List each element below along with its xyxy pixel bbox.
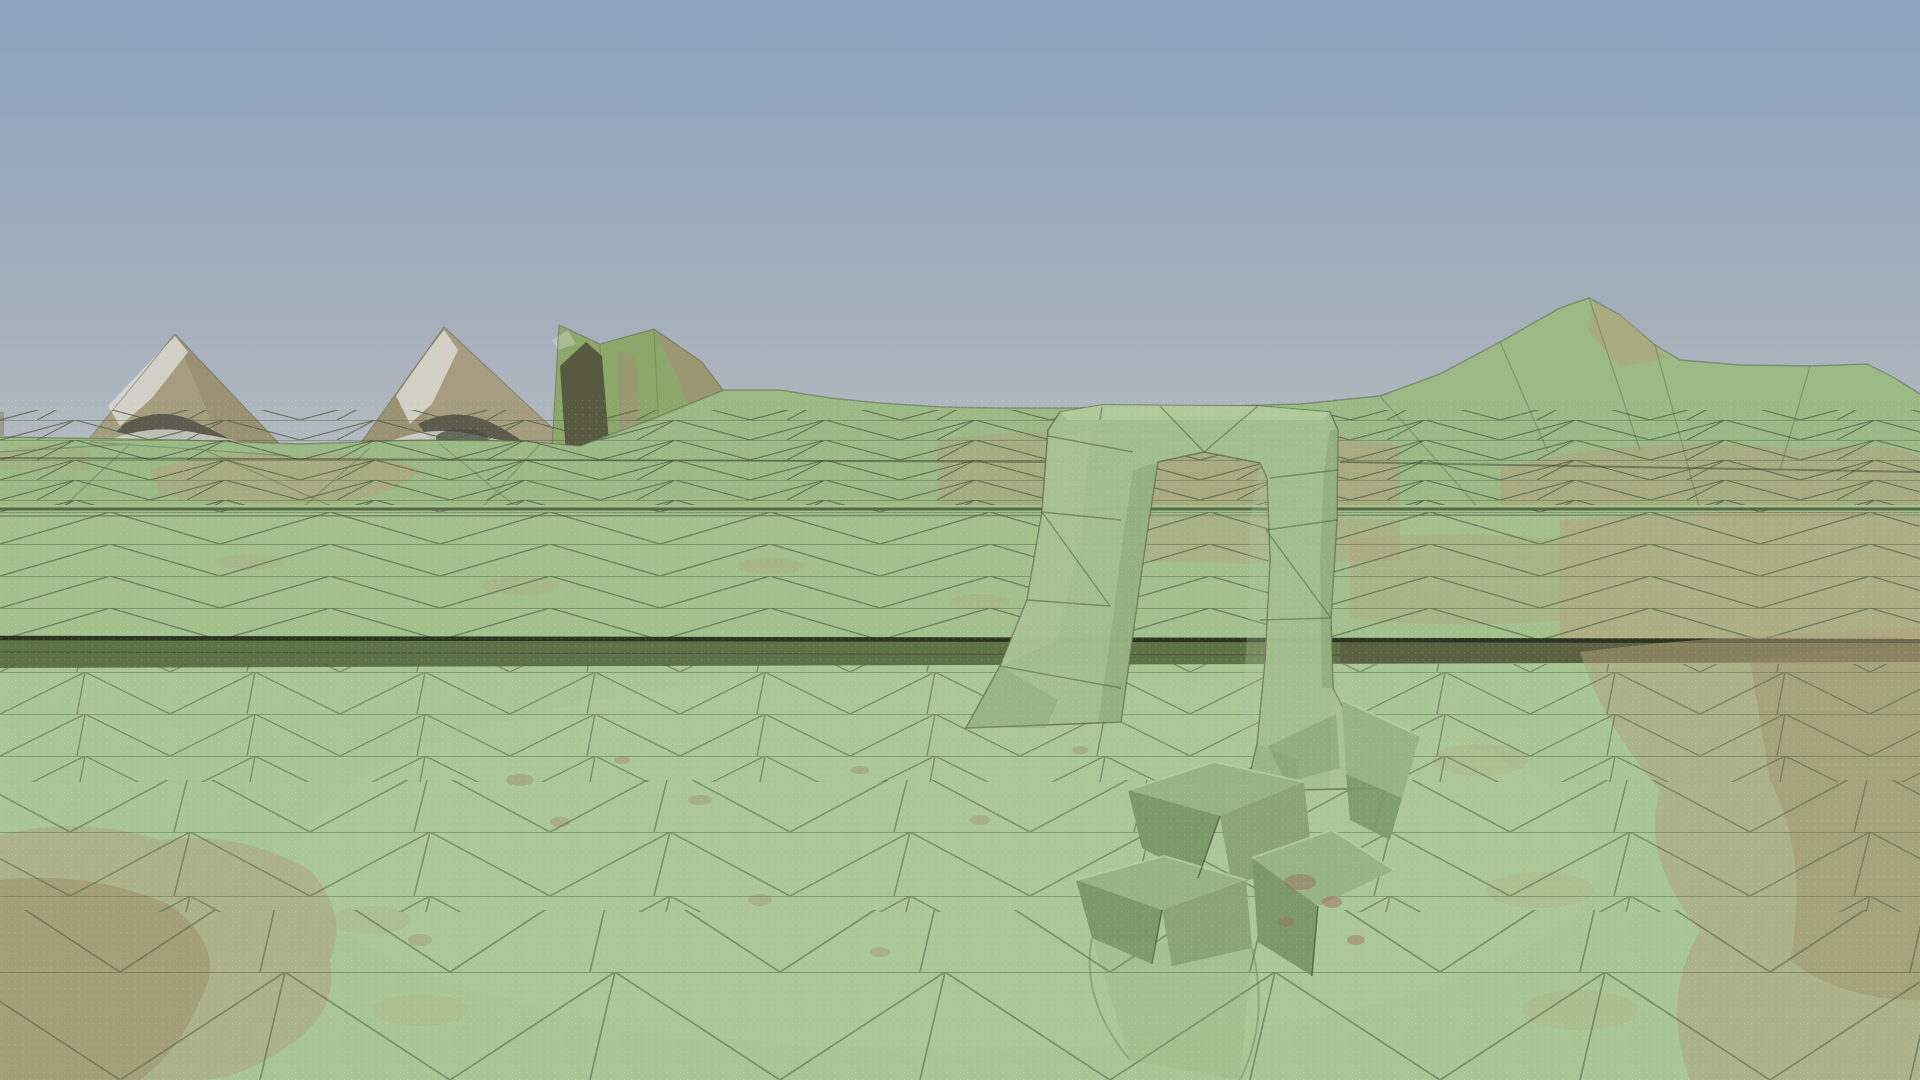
terrain-render (0, 0, 1920, 1080)
texture-grain-overlay (0, 395, 1920, 1080)
game-viewport[interactable] (0, 0, 1920, 1080)
